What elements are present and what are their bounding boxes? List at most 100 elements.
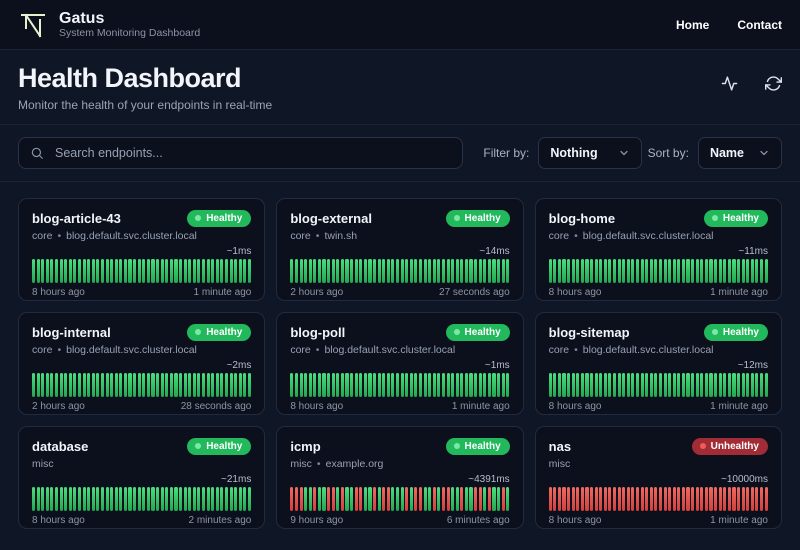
status-dot-icon — [711, 329, 718, 335]
uptime-bar-success — [640, 373, 644, 397]
time-range: 8 hours ago 1 minute ago — [549, 401, 768, 412]
uptime-bar-success — [359, 373, 363, 397]
refresh-icon[interactable] — [765, 75, 782, 92]
uptime-bar-success — [345, 487, 349, 511]
endpoint-card-nas[interactable]: nas Unhealthy misc ~10000ms 8 hours ago 1… — [534, 426, 782, 529]
uptime-bar-success — [501, 373, 505, 397]
sort-select[interactable]: Name — [697, 137, 782, 169]
endpoint-card-blog-internal[interactable]: blog-internal Healthy core • blog.default.… — [18, 312, 266, 415]
search-input[interactable] — [53, 145, 452, 161]
uptime-bar-failure — [487, 487, 491, 511]
uptime-bars[interactable] — [548, 259, 768, 283]
endpoint-card-database[interactable]: database Healthy misc ~21ms 8 hours ago 2… — [18, 426, 266, 529]
range-start: 2 hours ago — [32, 401, 85, 412]
endpoint-card-icmp[interactable]: icmp Healthy misc • example.org ~4391ms 9 … — [276, 426, 524, 529]
uptime-bar-success — [32, 487, 36, 511]
uptime-bar-success — [41, 373, 45, 397]
search-box[interactable] — [18, 137, 464, 169]
uptime-bar-success — [137, 259, 141, 283]
uptime-bar-success — [105, 487, 109, 511]
uptime-bar-success — [686, 373, 690, 397]
uptime-bar-success — [668, 373, 672, 397]
uptime-bar-success — [612, 259, 617, 283]
nav-link-home[interactable]: Home — [676, 18, 709, 32]
uptime-bar-success — [423, 373, 427, 397]
uptime-bar-success — [645, 259, 649, 283]
uptime-bars[interactable] — [290, 373, 510, 397]
uptime-bars[interactable] — [32, 373, 251, 397]
uptime-bar-success — [562, 373, 566, 397]
endpoint-card-blog-external[interactable]: blog-external Healthy core • twin.sh ~14ms… — [276, 198, 524, 301]
uptime-bar-success — [423, 487, 427, 511]
uptime-bar-success — [146, 487, 150, 511]
meta-separator: • — [574, 230, 578, 242]
uptime-bar-failure — [548, 487, 552, 511]
uptime-bar-success — [294, 259, 299, 283]
uptime-bar-success — [727, 373, 731, 397]
endpoint-card-blog-sitemap[interactable]: blog-sitemap Healthy core • blog.default.s… — [534, 312, 782, 415]
uptime-bar-success — [668, 259, 672, 283]
endpoint-card-blog-home[interactable]: blog-home Healthy core • blog.default.svc.… — [534, 198, 782, 301]
uptime-bar-success — [649, 259, 653, 283]
uptime-bar-failure — [478, 487, 482, 511]
uptime-bar-success — [215, 487, 219, 511]
endpoint-card-blog-poll[interactable]: blog-poll Healthy core • blog.default.svc.… — [276, 312, 524, 415]
page-title: Health Dashboard — [18, 63, 242, 93]
uptime-bar-success — [585, 259, 589, 283]
uptime-bar-success — [617, 373, 621, 397]
activity-icon[interactable] — [721, 75, 738, 92]
uptime-bar-success — [553, 259, 557, 283]
uptime-bar-success — [391, 259, 395, 283]
uptime-bar-success — [308, 487, 312, 511]
endpoint-card-blog-article-43[interactable]: blog-article-43 Healthy core • blog.defaul… — [18, 198, 266, 301]
uptime-bar-success — [622, 259, 626, 283]
status-label: Healthy — [206, 326, 243, 338]
uptime-bar-success — [36, 259, 40, 283]
uptime-bar-success — [247, 259, 251, 283]
uptime-bar-success — [409, 373, 413, 397]
uptime-bar-failure — [418, 487, 423, 511]
uptime-bar-success — [658, 373, 662, 397]
uptime-bars[interactable] — [548, 373, 768, 397]
uptime-bar-success — [663, 373, 667, 397]
status-label: Healthy — [464, 212, 501, 224]
uptime-bar-failure — [576, 487, 580, 511]
uptime-bar-success — [64, 259, 68, 283]
uptime-bar-success — [64, 373, 68, 397]
uptime-bar-success — [59, 373, 63, 397]
uptime-bar-success — [317, 259, 321, 283]
uptime-bar-success — [432, 259, 436, 283]
uptime-bar-success — [308, 373, 312, 397]
uptime-bar-success — [354, 373, 358, 397]
uptime-bar-success — [709, 373, 713, 397]
uptime-bar-failure — [700, 487, 704, 511]
uptime-bar-failure — [626, 487, 630, 511]
uptime-bar-success — [290, 373, 294, 397]
status-label: Healthy — [464, 326, 501, 338]
uptime-bar-success — [50, 373, 54, 397]
uptime-bar-success — [350, 259, 354, 283]
nav-link-contact[interactable]: Contact — [737, 18, 782, 32]
uptime-bar-success — [68, 373, 72, 397]
uptime-bar-failure — [599, 487, 603, 511]
uptime-bar-success — [492, 487, 496, 511]
uptime-bar-success — [197, 373, 201, 397]
uptime-bar-success — [156, 373, 160, 397]
uptime-bars[interactable] — [290, 487, 510, 511]
uptime-bars[interactable] — [548, 487, 768, 511]
uptime-bar-success — [576, 259, 580, 283]
uptime-bar-failure — [290, 487, 294, 511]
endpoint-meta: misc — [32, 458, 251, 470]
meta-separator: • — [57, 230, 62, 242]
uptime-bar-failure — [732, 487, 736, 511]
uptime-bar-success — [400, 487, 404, 511]
uptime-bar-success — [654, 373, 658, 397]
filter-select[interactable]: Nothing — [538, 137, 642, 169]
uptime-bars[interactable] — [290, 259, 510, 283]
uptime-bars[interactable] — [32, 487, 251, 511]
uptime-bar-failure — [594, 487, 598, 511]
uptime-bar-success — [497, 373, 501, 397]
uptime-bar-success — [368, 487, 372, 511]
uptime-bars[interactable] — [32, 259, 251, 283]
status-label: Healthy — [206, 212, 243, 224]
